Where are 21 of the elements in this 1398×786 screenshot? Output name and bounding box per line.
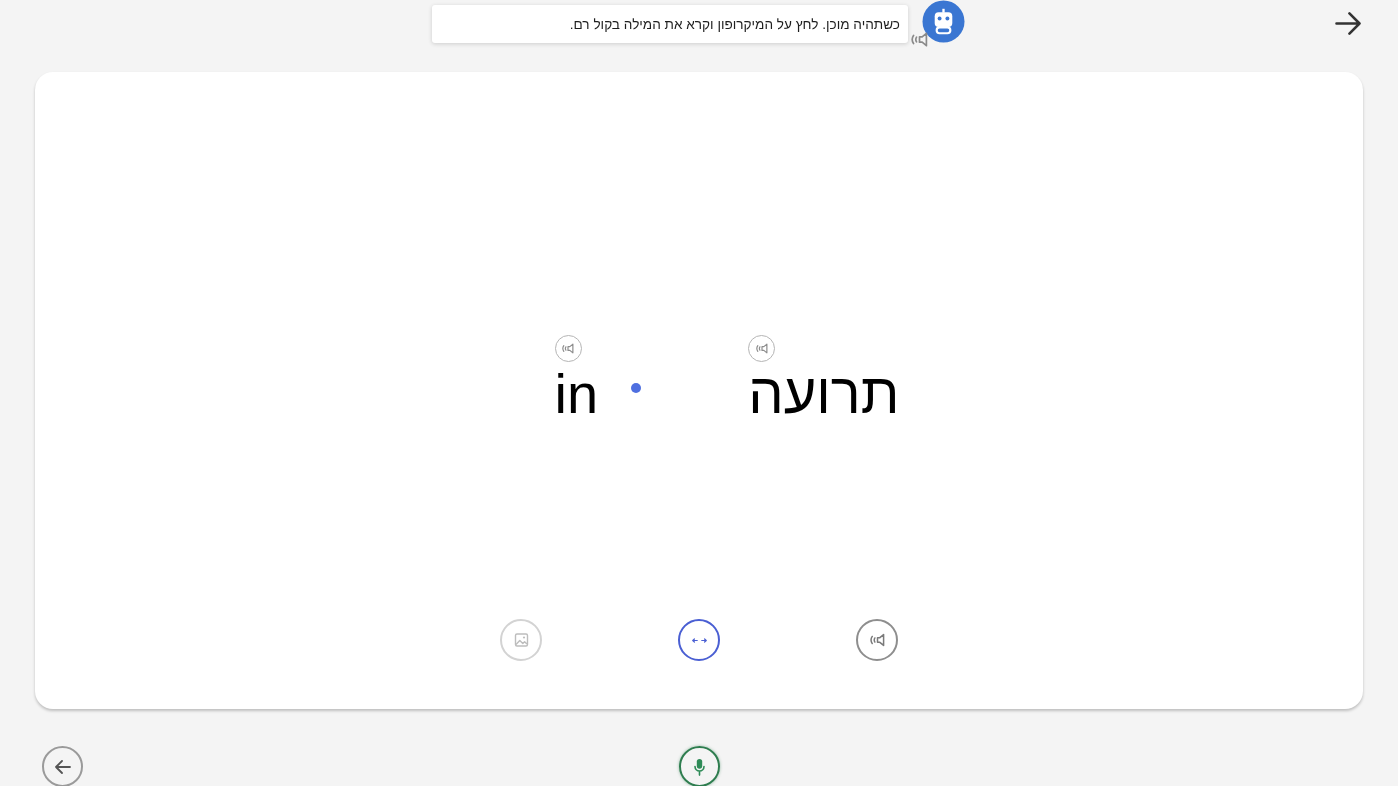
- swap-arrows-icon: [691, 637, 707, 643]
- swap-button[interactable]: [678, 619, 720, 661]
- speaker-icon: [755, 343, 768, 354]
- speaker-button[interactable]: [856, 619, 898, 661]
- microphone-icon: [693, 757, 705, 776]
- speaker-icon: [911, 32, 928, 47]
- speaker-icon: [562, 343, 575, 354]
- word-text: in: [554, 366, 599, 422]
- speaker-button[interactable]: [911, 32, 928, 47]
- separator-dot-icon: [631, 383, 642, 393]
- prompt-text: כשתהיה מוכן. לחץ על המיקרופון וקרא את המילה בקול רם.: [569, 16, 900, 32]
- speaker-button[interactable]: [748, 335, 776, 362]
- back-button[interactable]: [42, 746, 83, 786]
- next-button[interactable]: [1334, 12, 1362, 35]
- image-icon: [513, 633, 529, 647]
- speaker-button[interactable]: [554, 335, 582, 362]
- mic-button[interactable]: [678, 746, 720, 786]
- arrow-right-icon: [1334, 12, 1362, 35]
- speaker-icon: [869, 633, 885, 647]
- word-text: תרועה: [748, 366, 900, 422]
- arrow-left-icon: [54, 759, 71, 774]
